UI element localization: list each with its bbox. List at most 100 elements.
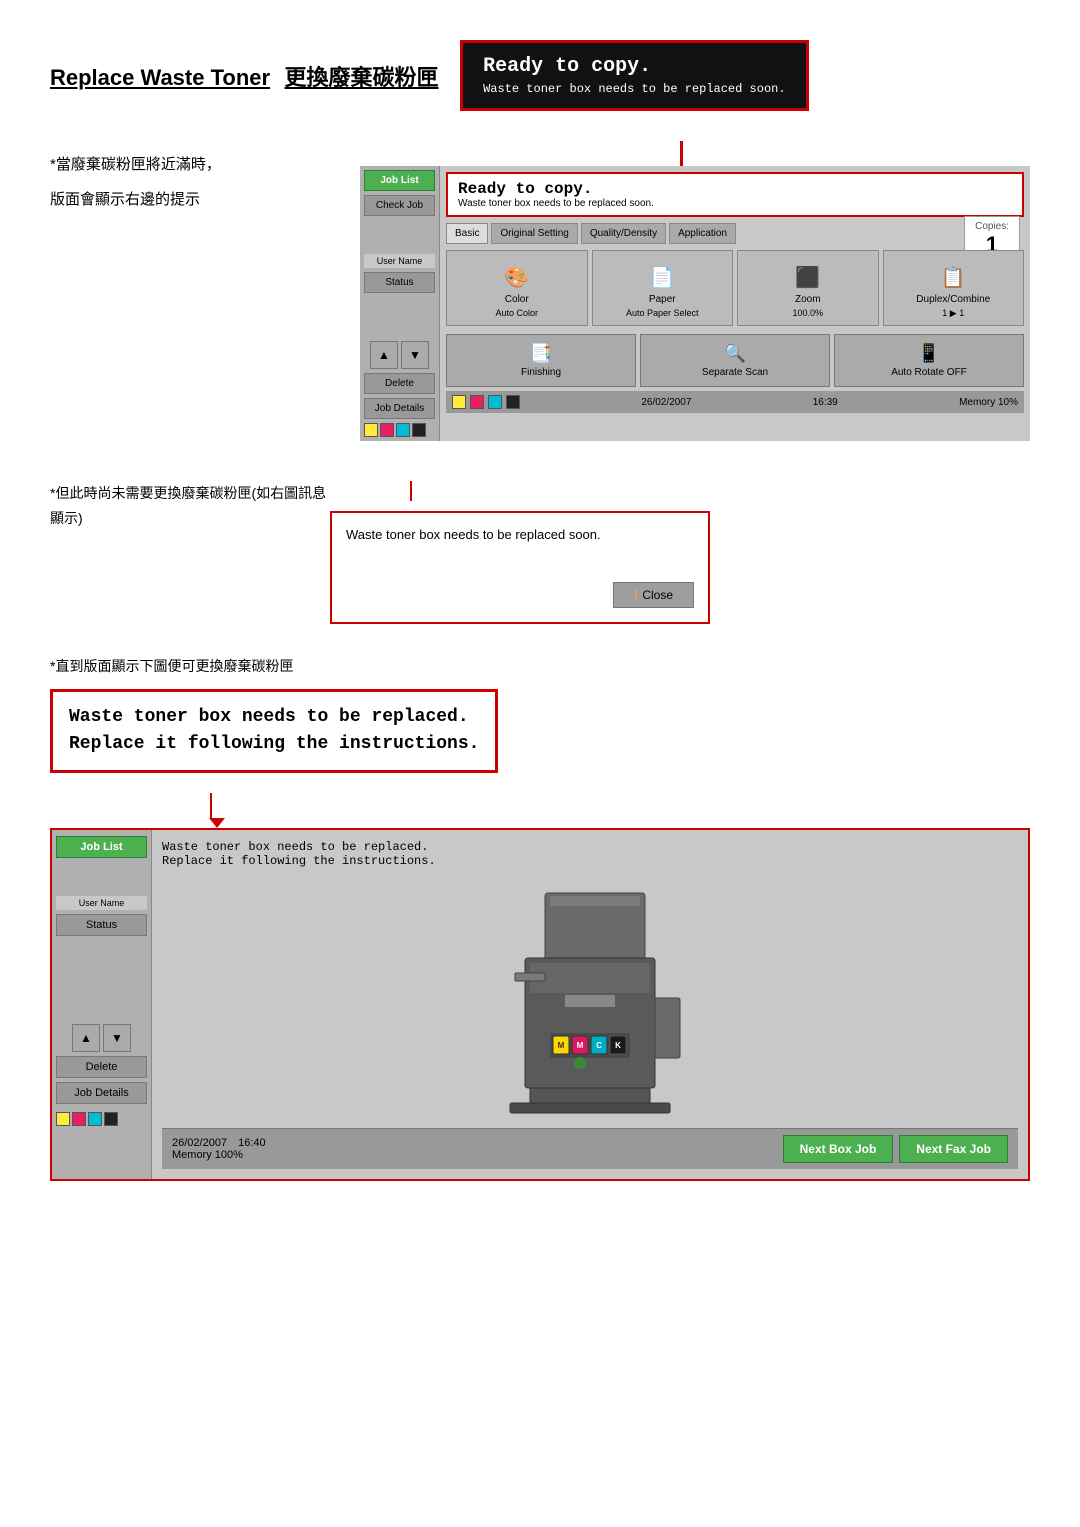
color-label: Color: [505, 294, 529, 305]
paper-btn[interactable]: 📄 Paper Auto Paper Select: [592, 250, 734, 326]
printer-svg: M M C K: [490, 888, 690, 1118]
toner-c: [396, 423, 410, 437]
page-title: Replace Waste Toner 更換廢棄碳粉匣: [50, 60, 439, 92]
bottom-memory-val: 100%: [215, 1149, 243, 1161]
copier-ready-msg: Ready to copy. Waste toner box needs to …: [446, 172, 1024, 217]
printer-illustration: M M C K: [162, 878, 1018, 1128]
bottom-toner-k: [104, 1112, 118, 1126]
tab-row: Basic Original Setting Quality/Density A…: [446, 223, 1024, 244]
bottom-status-line1: Waste toner box needs to be replaced.: [162, 840, 1018, 854]
arrow-down-btn[interactable]: ▼: [401, 341, 429, 369]
warning-popup: Waste toner box needs to be replaced soo…: [330, 511, 710, 624]
footer-buttons: Next Box Job Next Fax Job: [783, 1135, 1008, 1163]
popup-arrow-line: [410, 481, 412, 501]
title-chinese-text: 更換廢棄碳粉匣: [285, 65, 439, 90]
check-job-btn[interactable]: Check Job: [364, 195, 435, 216]
note4-container: *直到版面顯示下圖便可更換廢棄碳粉匣: [50, 654, 1030, 679]
bottom-main: Waste toner box needs to be replaced. Re…: [152, 830, 1028, 1179]
note1: *當廢棄碳粉匣將近滿時，: [50, 151, 330, 178]
tab-basic[interactable]: Basic: [446, 223, 488, 244]
close-button[interactable]: ! Close: [613, 582, 694, 608]
sidebar-spacer2: [364, 297, 435, 337]
warning-popup-container: Waste toner box needs to be replaced soo…: [330, 481, 1030, 634]
title-bold-text: Replace Waste Toner: [50, 65, 270, 90]
status-btn[interactable]: Status: [364, 272, 435, 293]
duplex-btn[interactable]: 📋 Duplex/Combine 1 ▶ 1: [883, 250, 1025, 326]
color-icon: 🎨: [453, 265, 581, 290]
bottom-footer-date-time: 26/02/2007 16:40 Memory 100%: [172, 1137, 266, 1161]
paper-label: Paper: [649, 294, 676, 305]
auto-paper-label: Auto Paper Select: [599, 308, 727, 318]
svg-text:K: K: [615, 1041, 621, 1050]
bottom-func-row: 📑 Finishing 🔍 Separate Scan 📱 Auto Rotat…: [446, 334, 1024, 387]
duplex-icon: 📋: [890, 265, 1018, 290]
auto-color-label: Auto Color: [453, 308, 581, 318]
toner-k: [412, 423, 426, 437]
copier-top-ui: Job List Check Job User Name Status ▲ ▼ …: [360, 166, 1030, 441]
toner-y: [364, 423, 378, 437]
bottom-status-btn[interactable]: Status: [56, 914, 147, 936]
svg-text:C: C: [596, 1041, 602, 1050]
zoom-val: 100.0%: [744, 308, 872, 318]
next-fax-job-btn[interactable]: Next Fax Job: [899, 1135, 1008, 1163]
zoom-icon: ⬛: [744, 265, 872, 290]
note2: 版面會顯示右邊的提示: [50, 186, 330, 213]
ready-banner-line1: Ready to copy.: [483, 55, 785, 78]
tab-application[interactable]: Application: [669, 223, 736, 244]
bottom-copier-section: Job List User Name Status ▲ ▼ Delete Job…: [50, 828, 1030, 1181]
next-box-job-btn[interactable]: Next Box Job: [783, 1135, 894, 1163]
job-list-btn[interactable]: Job List: [364, 170, 435, 191]
tab-quality-density[interactable]: Quality/Density: [581, 223, 666, 244]
connector-line: [210, 793, 212, 818]
bottom-arrow-down-btn[interactable]: ▼: [103, 1024, 131, 1052]
ready-banner: Ready to copy. Waste toner box needs to …: [460, 40, 808, 111]
footer-date: 26/02/2007: [641, 397, 691, 408]
note3-container: *但此時尚未需要更換廢棄碳粉匣(如右圖訊息顯示): [50, 481, 330, 634]
separate-scan-label: Separate Scan: [702, 367, 768, 378]
toner-m: [380, 423, 394, 437]
close-label: Close: [642, 588, 673, 602]
note3: *但此時尚未需要更換廢棄碳粉匣(如右圖訊息顯示): [50, 481, 330, 531]
paper-icon: 📄: [599, 265, 727, 290]
color-btn[interactable]: 🎨 Color Auto Color: [446, 250, 588, 326]
copier-footer: 26/02/2007 16:39 Memory 10%: [446, 391, 1024, 413]
replace-banner: Waste toner box needs to be replaced. Re…: [50, 689, 498, 773]
footer-memory: Memory 10%: [959, 397, 1018, 408]
duplex-label: Duplex/Combine: [916, 294, 990, 305]
footer-toner-m: [470, 395, 484, 409]
bottom-status-line2: Replace it following the instructions.: [162, 854, 1018, 868]
bottom-delete-btn[interactable]: Delete: [56, 1056, 147, 1078]
bottom-sidebar: Job List User Name Status ▲ ▼ Delete Job…: [52, 830, 152, 1179]
arrow-up-btn[interactable]: ▲: [370, 341, 398, 369]
zoom-btn[interactable]: ⬛ Zoom 100.0%: [737, 250, 879, 326]
bottom-footer: 26/02/2007 16:40 Memory 100% Next Box Jo…: [162, 1128, 1018, 1169]
job-details-btn[interactable]: Job Details: [364, 398, 435, 419]
auto-rotate-btn[interactable]: 📱 Auto Rotate OFF: [834, 334, 1024, 387]
bottom-date: 26/02/2007: [172, 1137, 227, 1149]
bottom-job-list-btn[interactable]: Job List: [56, 836, 147, 858]
bottom-arrow-up-btn[interactable]: ▲: [72, 1024, 100, 1052]
auto-rotate-label: Auto Rotate OFF: [891, 367, 967, 378]
top-section: *當廢棄碳粉匣將近滿時， 版面會顯示右邊的提示 Job List Check J…: [50, 141, 1030, 441]
toner-indicators: [364, 423, 435, 437]
finishing-icon: 📑: [461, 343, 621, 364]
footer-toner-k: [506, 395, 520, 409]
bottom-sidebar-spacer: [56, 862, 147, 892]
bottom-user-name: User Name: [56, 896, 147, 910]
bottom-job-details-btn[interactable]: Job Details: [56, 1082, 147, 1104]
bottom-sidebar-spacer2: [56, 940, 147, 1020]
tab-original-setting[interactable]: Original Setting: [491, 223, 577, 244]
bottom-status-msg: Waste toner box needs to be replaced. Re…: [162, 840, 1018, 868]
replace-text-line1: Waste toner box needs to be replaced.: [69, 704, 479, 731]
copier-top-container: Job List Check Job User Name Status ▲ ▼ …: [360, 141, 1030, 441]
warn-text: Waste toner box needs to be replaced soo…: [346, 527, 694, 542]
bottom-arrow-buttons: ▲ ▼: [56, 1024, 147, 1052]
ready-banner-wrapper: Ready to copy. Waste toner box needs to …: [459, 40, 809, 111]
ready-banner-line2: Waste toner box needs to be replaced soo…: [483, 82, 785, 96]
bottom-toner-m: [72, 1112, 86, 1126]
description-left: *當廢棄碳粉匣將近滿時， 版面會顯示右邊的提示: [50, 141, 330, 221]
finishing-btn[interactable]: 📑 Finishing: [446, 334, 636, 387]
replace-text-line2: Replace it following the instructions.: [69, 731, 479, 758]
separate-scan-btn[interactable]: 🔍 Separate Scan: [640, 334, 830, 387]
delete-btn[interactable]: Delete: [364, 373, 435, 394]
